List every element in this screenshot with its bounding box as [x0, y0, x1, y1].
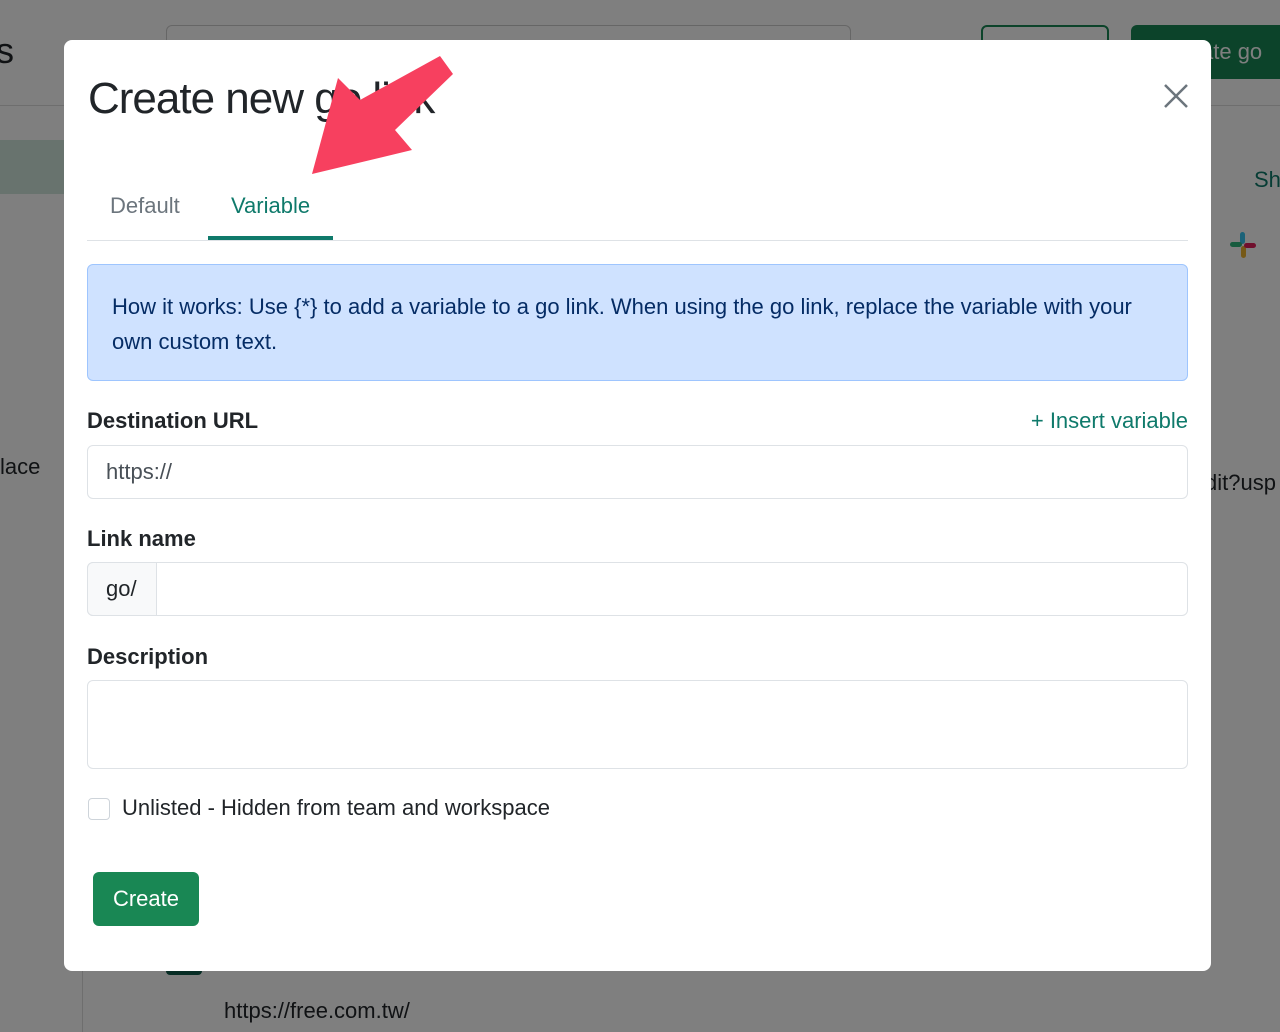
create-link-modal: Create new go link Default Variable How …	[64, 40, 1211, 971]
description-textarea[interactable]	[87, 680, 1188, 769]
unlisted-label: Unlisted - Hidden from team and workspac…	[122, 795, 550, 820]
close-icon[interactable]	[1160, 80, 1192, 112]
tab-bar: Default Variable	[87, 190, 1188, 241]
destination-url-label: Destination URL	[87, 408, 259, 433]
insert-variable-link[interactable]: + Insert variable	[1031, 408, 1188, 434]
unlisted-checkbox[interactable]	[88, 798, 110, 820]
description-label: Description	[87, 644, 209, 669]
info-alert: How it works: Use {*} to add a variable …	[87, 264, 1188, 381]
tab-default[interactable]: Default	[87, 190, 203, 240]
annotation-arrow-icon	[312, 56, 453, 174]
link-prefix: go/	[87, 562, 157, 616]
link-name-input[interactable]	[87, 562, 1188, 616]
tab-variable[interactable]: Variable	[208, 190, 334, 240]
link-name-label: Link name	[87, 526, 196, 551]
destination-url-input[interactable]: https://	[87, 445, 1188, 499]
create-button[interactable]: Create	[93, 872, 199, 926]
